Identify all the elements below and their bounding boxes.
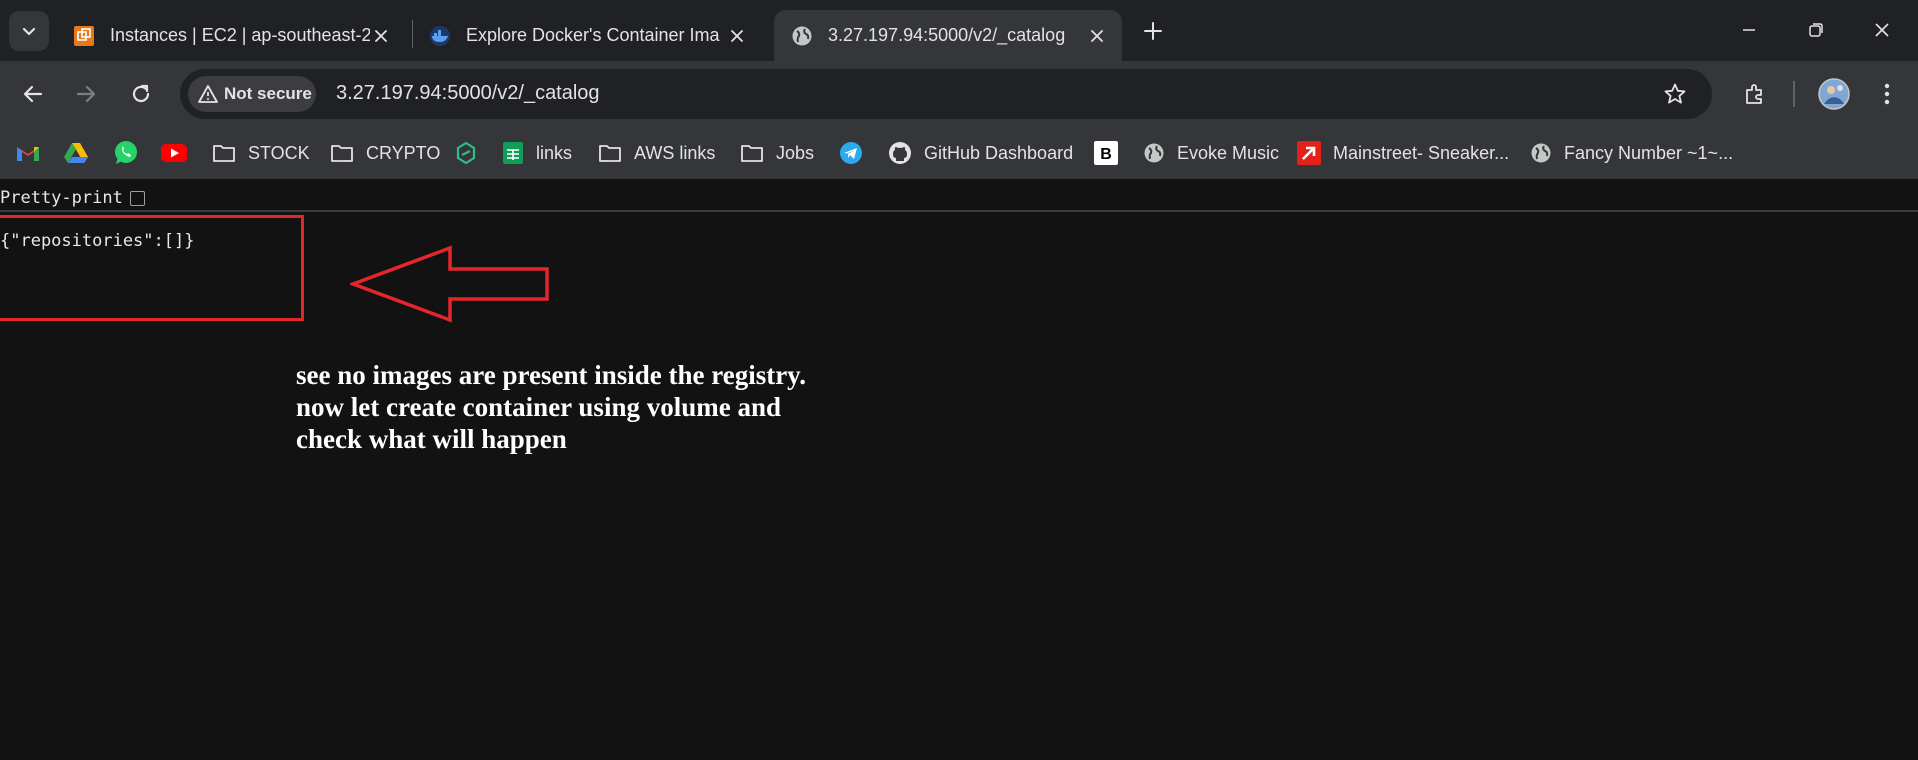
telegram-icon: [840, 142, 862, 164]
url-text[interactable]: 3.27.197.94:5000/v2/_catalog: [336, 82, 600, 105]
plus-icon: [1144, 22, 1162, 40]
bookmark-youtube[interactable]: [161, 139, 187, 167]
warning-icon: [198, 85, 218, 103]
browser-menu-button[interactable]: [1872, 79, 1902, 109]
tab-title: Explore Docker's Container Ima: [466, 25, 720, 45]
bookmark-google-drive[interactable]: [64, 139, 88, 167]
bookmark-label: Jobs: [776, 142, 815, 163]
github-icon: [889, 142, 911, 164]
restore-icon: [1809, 23, 1823, 37]
profile-avatar[interactable]: [1817, 77, 1851, 111]
google-drive-icon: [64, 143, 88, 163]
aws-ec2-icon: [74, 25, 94, 46]
bookmark-mainstreet[interactable]: Mainstreet- Sneaker...: [1297, 139, 1509, 167]
tab-search-button[interactable]: [9, 11, 49, 51]
folder-icon: [741, 145, 763, 162]
bookmark-label: STOCK: [248, 142, 310, 163]
arrow-left-icon: [23, 85, 43, 103]
bookmark-fancy-number[interactable]: Fancy Number ~1~...: [1530, 139, 1733, 167]
bookmark-label: CRYPTO: [366, 142, 441, 163]
bookmark-folder-aws-links[interactable]: AWS links: [598, 139, 715, 167]
chevron-down-icon: [22, 27, 36, 36]
bookmark-evoke-music[interactable]: Evoke Music: [1143, 139, 1279, 167]
address-bar[interactable]: Not secure 3.27.197.94:5000/v2/_catalog: [180, 69, 1712, 119]
page-content: Pretty-print {"repositories":[]} see no …: [0, 182, 1918, 760]
pretty-print-checkbox[interactable]: [129, 190, 145, 206]
new-tab-button[interactable]: [1140, 18, 1166, 44]
bookmark-telegram[interactable]: [839, 139, 863, 167]
pretty-print-label: Pretty-print: [0, 188, 123, 208]
bookmark-label: Evoke Music: [1177, 142, 1280, 163]
bookmark-b-site[interactable]: B: [1094, 139, 1118, 167]
bookmark-folder-jobs[interactable]: Jobs: [740, 139, 814, 167]
tab-ec2-instances[interactable]: Instances | EC2 | ap-southeast-2: [56, 10, 406, 61]
bookmarks-bar: STOCK CRYPTO links AWS links Jobs GitHub…: [0, 127, 1918, 179]
bookmark-label: AWS links: [634, 142, 716, 163]
whatsapp-icon: [115, 141, 137, 164]
pretty-print-divider: [0, 210, 1918, 212]
google-sheets-icon: [503, 142, 523, 164]
close-tab-icon[interactable]: [726, 25, 748, 47]
globe-icon: [1144, 143, 1164, 163]
gmail-icon: [17, 147, 39, 161]
bookmark-label: Fancy Number ~1~...: [1564, 142, 1734, 163]
annotation-highlight-box: [0, 215, 304, 321]
globe-icon: [1531, 143, 1551, 163]
bookmark-github-dashboard[interactable]: GitHub Dashboard: [888, 139, 1073, 167]
forward-button[interactable]: [71, 79, 101, 109]
toolbar-separator: [1793, 81, 1795, 107]
b-logo-icon: B: [1094, 141, 1118, 165]
annotation-note: see no images are present inside the reg…: [296, 359, 806, 455]
tab-title: 3.27.197.94:5000/v2/_catalog: [828, 25, 1066, 45]
tab-docker-explore[interactable]: Explore Docker's Container Ima: [412, 10, 762, 61]
close-tab-icon[interactable]: [370, 25, 392, 47]
tab-title: Instances | EC2 | ap-southeast-2: [110, 25, 370, 45]
close-window-button[interactable]: [1867, 15, 1897, 45]
reload-button[interactable]: [126, 79, 156, 109]
folder-icon: [331, 145, 353, 162]
avatar-icon: [1818, 78, 1850, 110]
bookmark-gmail[interactable]: [16, 139, 40, 167]
close-tab-icon[interactable]: [1086, 25, 1108, 47]
tab-registry-catalog[interactable]: 3.27.197.94:5000/v2/_catalog: [774, 10, 1122, 61]
svg-text:B: B: [1100, 146, 1112, 163]
youtube-icon: [161, 144, 187, 162]
star-icon: [1664, 83, 1686, 104]
bookmark-links-sheet[interactable]: links: [502, 139, 572, 167]
tab-strip: Instances | EC2 | ap-southeast-2 Explore…: [0, 0, 1918, 61]
folder-icon: [599, 145, 621, 162]
mainstreet-icon: [1297, 141, 1321, 165]
bookmark-star-button[interactable]: [1662, 81, 1688, 107]
bookmark-folder-stock[interactable]: STOCK: [212, 139, 310, 167]
bookmark-folder-crypto[interactable]: CRYPTO: [330, 139, 440, 167]
crypto-site-icon: [456, 141, 476, 165]
folder-icon: [213, 145, 235, 162]
restore-button[interactable]: [1801, 15, 1831, 45]
reload-icon: [132, 84, 150, 103]
security-chip[interactable]: Not secure: [188, 76, 316, 112]
extensions-button[interactable]: [1740, 79, 1770, 109]
annotation-line: check what will happen: [296, 424, 567, 454]
puzzle-icon: [1746, 84, 1762, 104]
minimize-icon: [1743, 29, 1755, 31]
bookmark-label: links: [536, 142, 573, 163]
bookmark-whatsapp[interactable]: [113, 139, 139, 167]
arrow-right-icon: [76, 85, 96, 103]
annotation-arrow-icon: [350, 245, 549, 323]
annotation-line: now let create container using volume an…: [296, 392, 781, 422]
globe-icon: [792, 26, 812, 45]
bookmark-label: Mainstreet- Sneaker...: [1333, 142, 1510, 163]
docker-icon: [430, 25, 450, 46]
kebab-menu-icon: [1884, 83, 1890, 105]
bookmark-crypto-site[interactable]: [454, 139, 478, 167]
browser-toolbar: Not secure 3.27.197.94:5000/v2/_catalog: [0, 61, 1918, 127]
annotation-line: see no images are present inside the reg…: [296, 360, 806, 390]
security-chip-label: Not secure: [224, 84, 312, 103]
back-button[interactable]: [18, 79, 48, 109]
pretty-print-control[interactable]: Pretty-print: [0, 186, 145, 210]
minimize-button[interactable]: [1734, 15, 1764, 45]
close-icon: [1875, 23, 1889, 37]
bookmark-label: GitHub Dashboard: [924, 142, 1074, 163]
